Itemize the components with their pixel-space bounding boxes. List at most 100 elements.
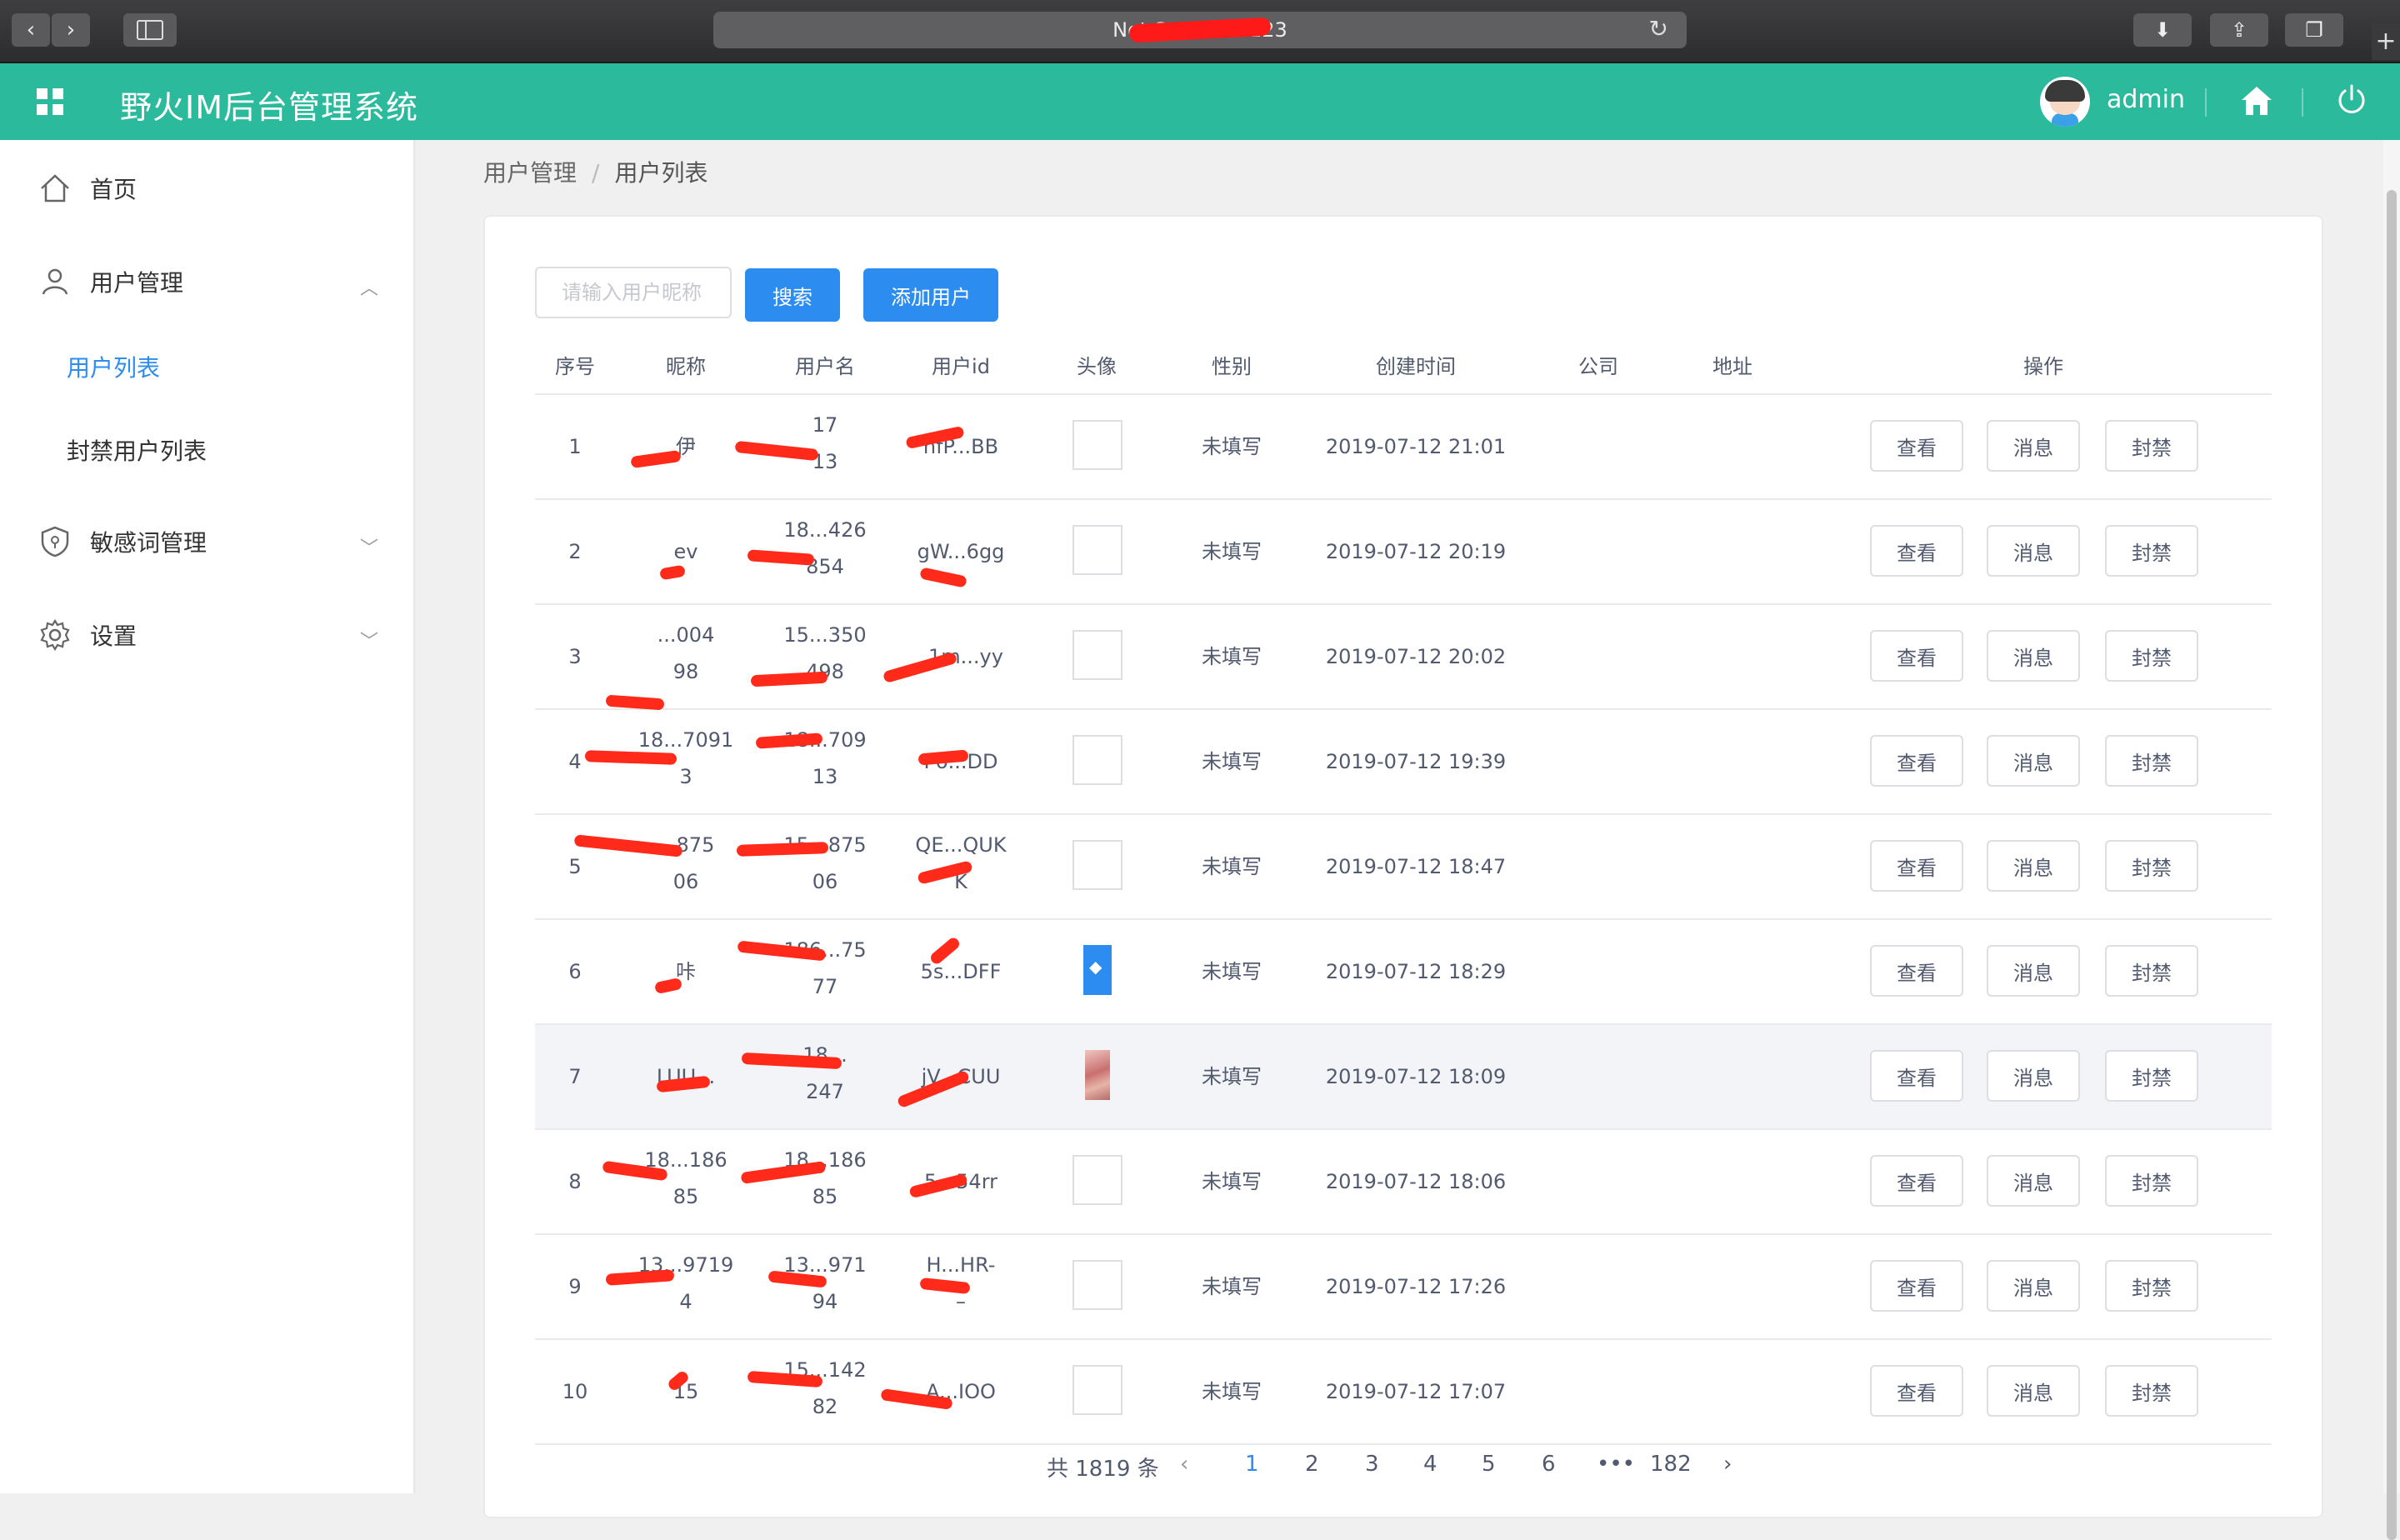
pagination-ellipsis[interactable]: ••• [1597, 1452, 1635, 1477]
cell-line: 94 [812, 1290, 838, 1313]
cell-gender: 未填写 [1202, 1170, 1262, 1193]
share-icon[interactable]: ⇪ [2210, 13, 2268, 47]
content-card: 请输入用户昵称 搜索 添加用户 序号 昵称 用户名 用户id 头像 性别 创建时间 公司 地址 操… [483, 215, 2323, 1518]
sidebar-item-user-management[interactable]: 用户管理 ︿ [0, 248, 413, 315]
table-row[interactable]: 818...1868518...186855...54rr未填写2019-07-… [535, 1130, 2272, 1235]
cell-gender: 未填写 [1202, 855, 1262, 878]
ban-button[interactable]: 封禁 [2105, 840, 2198, 892]
ban-button[interactable]: 封禁 [2105, 735, 2198, 787]
table-row[interactable]: 5...8750615...87506QE...QUKK未填写2019-07-1… [535, 815, 2272, 920]
page-5[interactable]: 5 [1482, 1452, 1496, 1477]
ban-button[interactable]: 封禁 [2105, 420, 2198, 472]
back-icon[interactable]: ‹ [12, 13, 50, 47]
cell-line: 06 [812, 870, 838, 893]
column-header: 性别 [1212, 355, 1252, 378]
download-icon[interactable]: ⬇ [2133, 13, 2192, 47]
search-input[interactable]: 请输入用户昵称 [535, 267, 732, 318]
table-row[interactable]: 2 ev 18...426 854 gW...6gg 未填写 2019-07-12 20:1… [535, 500, 2272, 605]
sidebar-item-banned-users[interactable]: 封禁用户列表 [0, 417, 413, 483]
message-button[interactable]: 消息 [1987, 735, 2080, 787]
view-button[interactable]: 查看 [1870, 1155, 1963, 1207]
cell-line: ...004 [657, 623, 715, 647]
grid-menu-icon[interactable] [37, 88, 63, 115]
view-button[interactable]: 查看 [1870, 1260, 1963, 1312]
new-tab-icon[interactable]: + [2372, 23, 2400, 60]
sidebar-item-settings[interactable]: 设置 ﹀ [0, 602, 413, 668]
cell-gender: 未填写 [1202, 435, 1262, 458]
ban-button[interactable]: 封禁 [2105, 1050, 2198, 1102]
page-1[interactable]: 1 [1245, 1452, 1259, 1477]
view-button[interactable]: 查看 [1870, 735, 1963, 787]
message-button[interactable]: 消息 [1987, 1260, 2080, 1312]
table-row[interactable]: 9 13...9719 4 13...971 94 H...HR- – 未填写 2019-07-… [535, 1235, 2272, 1340]
page-4[interactable]: 4 [1423, 1452, 1438, 1477]
add-user-button[interactable]: 添加用户 [863, 268, 998, 322]
cell-index: 6 [568, 960, 582, 983]
user-icon [42, 268, 68, 295]
message-button[interactable]: 消息 [1987, 945, 2080, 997]
view-button[interactable]: 查看 [1870, 840, 1963, 892]
avatar[interactable] [2040, 77, 2090, 127]
home-icon[interactable] [2240, 85, 2273, 117]
ban-button[interactable]: 封禁 [2105, 1260, 2198, 1312]
column-header: 公司 [1578, 355, 1618, 378]
cell-line: H...HR- [926, 1253, 996, 1277]
scrollbar[interactable] [2383, 140, 2400, 1540]
page-2[interactable]: 2 [1305, 1452, 1319, 1477]
column-header: 头像 [1077, 355, 1117, 378]
next-page-icon[interactable]: › [1723, 1452, 1732, 1477]
view-button[interactable]: 查看 [1870, 630, 1963, 682]
browser-nav: ‹ › [12, 13, 92, 47]
cell-userid: gW...6gg [917, 540, 1005, 563]
breadcrumb: 用户管理 / 用户列表 [483, 155, 708, 188]
table-row[interactable]: 1 伊 17 13 nfP...BB 未填写 2019-07-12 21:01 查看 消息 封禁 [535, 395, 2272, 500]
view-button[interactable]: 查看 [1870, 1365, 1963, 1417]
ban-button[interactable]: 封禁 [2105, 1365, 2198, 1417]
prev-page-icon[interactable]: ‹ [1180, 1452, 1188, 1477]
address-bar[interactable]: Not Secure — 123 ↻ [713, 12, 1687, 48]
cell-nickname: ...004 98 [658, 617, 715, 690]
message-button[interactable]: 消息 [1987, 1050, 2080, 1102]
view-button[interactable]: 查看 [1870, 1050, 1963, 1102]
message-button[interactable]: 消息 [1987, 420, 2080, 472]
sidebar-toggle-icon[interactable] [123, 13, 177, 47]
ban-button[interactable]: 封禁 [2105, 945, 2198, 997]
message-button[interactable]: 消息 [1987, 840, 2080, 892]
table-row[interactable]: 10 15 15...142 82 A...IOO 未填写 2019-07-12 17:07… [535, 1340, 2272, 1445]
view-button[interactable]: 查看 [1870, 525, 1963, 577]
breadcrumb-current: 用户列表 [614, 159, 708, 187]
page-3[interactable]: 3 [1365, 1452, 1379, 1477]
username[interactable]: admin [2107, 85, 2185, 114]
cell-created: 2019-07-12 18:29 [1325, 960, 1507, 983]
tabs-icon[interactable]: ❐ [2285, 13, 2343, 47]
page-6[interactable]: 6 [1542, 1452, 1556, 1477]
message-button[interactable]: 消息 [1987, 525, 2080, 577]
sidebar-item-label: 用户管理 [90, 269, 184, 297]
message-button[interactable]: 消息 [1987, 1365, 2080, 1417]
sidebar-item-sensitive-words[interactable]: 敏感词管理 ﹀ [0, 508, 413, 575]
breadcrumb-parent[interactable]: 用户管理 [483, 159, 577, 187]
search-button[interactable]: 搜索 [745, 268, 840, 322]
ban-button[interactable]: 封禁 [2105, 1155, 2198, 1207]
table-row[interactable]: 7LUU...18...247jV...CUU未填写2019-07-12 18:… [535, 1025, 2272, 1130]
table-row[interactable]: 6咔186...75775s...DFF未填写2019-07-12 18:29查… [535, 920, 2272, 1025]
scrollbar-thumb[interactable] [2387, 190, 2397, 1540]
ban-button[interactable]: 封禁 [2105, 630, 2198, 682]
sidebar-item-user-list[interactable]: 用户列表 [0, 333, 413, 400]
sidebar-item-home[interactable]: 首页 [0, 155, 413, 222]
table-row[interactable]: 3 ...004 98 15...350 498 _1m...yy 未填写 2019-07-1… [535, 605, 2272, 711]
view-button[interactable]: 查看 [1870, 420, 1963, 472]
column-header: 操作 [2023, 355, 2063, 378]
power-icon[interactable] [2335, 83, 2368, 117]
page-last[interactable]: 182 [1650, 1452, 1692, 1477]
table-row[interactable]: 418...7091318...70913F6...DD未填写2019-07-1… [535, 710, 2272, 815]
redaction-mark [605, 694, 665, 711]
ban-button[interactable]: 封禁 [2105, 525, 2198, 577]
forward-icon[interactable]: › [52, 13, 90, 47]
divider [2302, 88, 2303, 117]
view-button[interactable]: 查看 [1870, 945, 1963, 997]
message-button[interactable]: 消息 [1987, 630, 2080, 682]
sidebar: 首页 用户管理 ︿ 用户列表 封禁用户列表 敏感词管理 ﹀ 设置 ﹀ [0, 140, 415, 1493]
message-button[interactable]: 消息 [1987, 1155, 2080, 1207]
reload-icon[interactable]: ↻ [1649, 15, 1668, 42]
